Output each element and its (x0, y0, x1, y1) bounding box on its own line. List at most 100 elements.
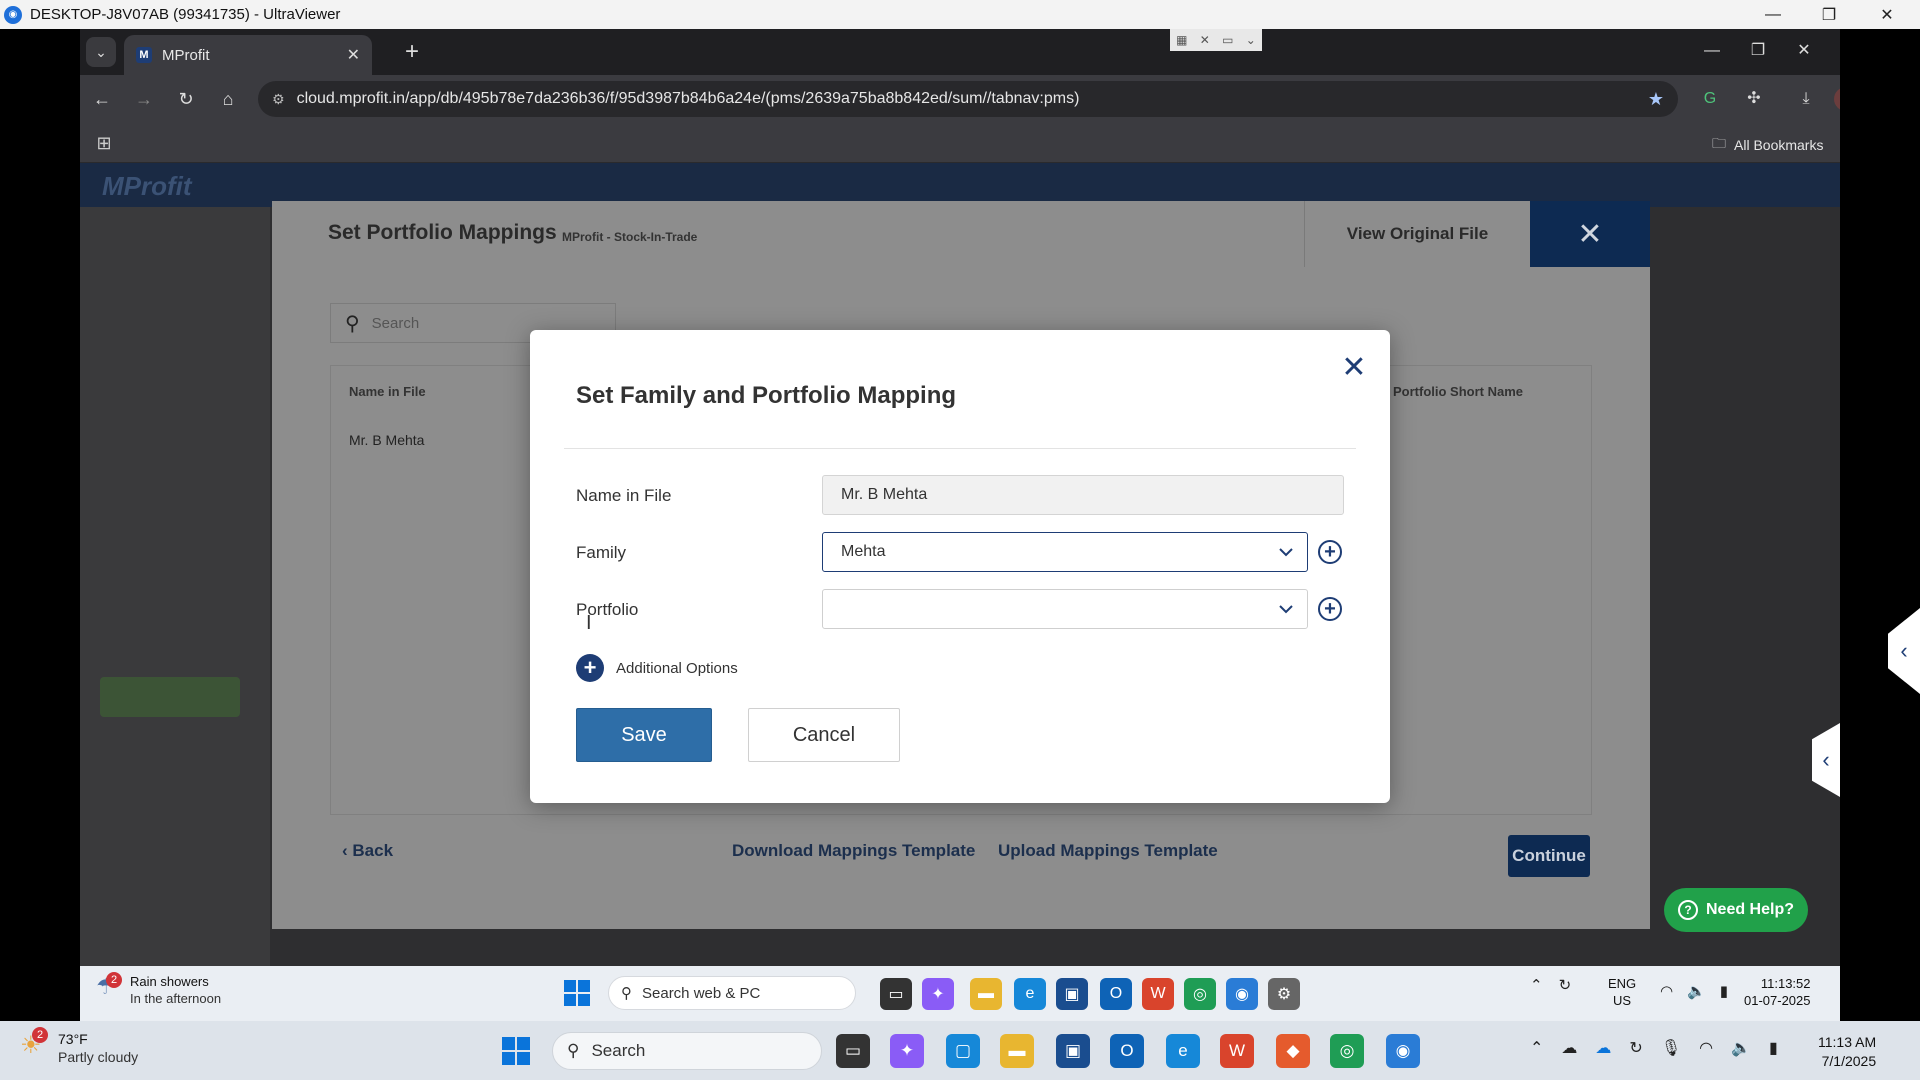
battery-icon[interactable]: ▮ (1769, 1038, 1778, 1058)
chrome-icon[interactable]: ◎ (1184, 978, 1216, 1010)
shrink-icon[interactable]: ✕ (1200, 33, 1210, 47)
need-help-button[interactable]: ? Need Help? (1664, 888, 1808, 932)
edge-icon[interactable]: e (1014, 978, 1046, 1010)
chevron-left-icon[interactable]: ‹ (1812, 723, 1840, 797)
chevron-up-icon[interactable]: ⌃ (1530, 976, 1543, 994)
chevron-down-icon[interactable]: ⌄ (1246, 33, 1256, 47)
grid-icon[interactable]: ▦ (1176, 33, 1187, 47)
help-icon: ? (1677, 900, 1698, 920)
store-icon[interactable]: ▣ (1056, 1034, 1090, 1068)
taskbar-search-input[interactable]: ⚲ Search web & PC (608, 976, 856, 1010)
edge-icon[interactable]: e (1166, 1034, 1200, 1068)
remote-status-icons[interactable]: ◠ 🔈 ▮ (1660, 982, 1728, 1000)
start-icon[interactable] (564, 980, 590, 1006)
store-icon[interactable]: ▣ (1056, 978, 1088, 1010)
monitor-icon[interactable]: ▭ (1222, 33, 1233, 47)
modal-close-icon[interactable]: ✕ (1530, 201, 1650, 267)
add-family-icon[interactable]: + (1318, 540, 1342, 564)
taskbar-search-input[interactable]: ⚲ Search (552, 1032, 822, 1070)
tab-search-icon[interactable]: ⌄ (86, 37, 116, 67)
local-date: 7/1/2025 (1821, 1053, 1877, 1069)
browser-minimize-icon[interactable]: — (1692, 37, 1732, 65)
wps-icon[interactable]: W (1220, 1034, 1254, 1068)
grammarly-icon[interactable]: G (1696, 85, 1724, 113)
settings-icon[interactable]: ⚙ (1268, 978, 1300, 1010)
outlook-icon[interactable]: O (1100, 978, 1132, 1010)
onedrive-icon[interactable]: ☁ (1595, 1038, 1611, 1058)
ultraviewer-icon[interactable]: ◉ (1386, 1034, 1420, 1068)
task-view-icon[interactable]: ▭ (836, 1034, 870, 1068)
download-icon[interactable]: ⤓ (1792, 85, 1820, 113)
browser-restore-icon[interactable]: ❐ (1738, 37, 1778, 65)
remote-system-tray[interactable]: ⌃ ↻ (1530, 976, 1571, 994)
close-window-button[interactable]: ✕ (1864, 0, 1910, 29)
brave-icon[interactable]: ◆ (1276, 1034, 1310, 1068)
new-tab-icon[interactable]: + (398, 39, 426, 67)
back-button[interactable]: ‹ Back (342, 841, 393, 861)
local-system-tray[interactable]: ⌃ ☁ ☁ ↻ 🎙 ◠ 🔈 ▮ (1530, 1038, 1778, 1058)
remote-date: 01-07-2025 (1744, 993, 1811, 1008)
weather-condition: Partly cloudy (58, 1049, 139, 1065)
add-portfolio-icon[interactable]: + (1318, 597, 1342, 621)
sync-icon[interactable]: ↻ (1559, 976, 1572, 994)
family-select[interactable]: Mehta (822, 532, 1308, 572)
download-template-link[interactable]: Download Mappings Template (732, 841, 975, 861)
weather-temp: 73°F (58, 1031, 88, 1047)
local-weather-widget[interactable]: ☀ 2 73°F Partly cloudy (20, 1027, 139, 1065)
language-indicator[interactable]: ENG US (1608, 975, 1636, 1009)
home-icon[interactable]: ⌂ (214, 85, 242, 113)
back-arrow-icon[interactable]: ← (88, 85, 116, 113)
lang-line2: US (1613, 993, 1632, 1008)
view-original-file-button[interactable]: View Original File (1304, 201, 1530, 267)
portfolio-select[interactable] (822, 589, 1308, 629)
reload-icon[interactable]: ↻ (172, 85, 200, 113)
cloud-icon[interactable]: ☁ (1561, 1038, 1577, 1058)
continue-button[interactable]: Continue (1508, 835, 1590, 877)
profile-avatar[interactable]: A (1834, 87, 1840, 111)
additional-options-label: Additional Options (616, 659, 738, 677)
tab-mprofit[interactable]: M MProfit ✕ (124, 35, 372, 75)
local-taskbar: ☀ 2 73°F Partly cloudy ⚲ Search ▭ ✦ ▢ ▬ ▣… (0, 1021, 1920, 1080)
file-explorer-icon[interactable]: ▬ (970, 978, 1002, 1010)
copilot-icon[interactable]: ✦ (922, 978, 954, 1010)
additional-options-toggle[interactable]: + Additional Options (576, 654, 738, 682)
minimize-button[interactable]: — (1750, 0, 1796, 29)
chrome-icon[interactable]: ◎ (1330, 1034, 1364, 1068)
site-settings-icon[interactable]: ⚙ (272, 91, 285, 108)
volume-icon[interactable]: 🔈 (1731, 1038, 1751, 1058)
copilot-icon[interactable]: ✦ (890, 1034, 924, 1068)
view-original-label: View Original File (1346, 224, 1489, 243)
ultraviewer-icon[interactable]: ◉ (1226, 978, 1258, 1010)
wifi-icon[interactable]: ◠ (1699, 1038, 1713, 1058)
remote-weather-widget[interactable]: ☂ 2 Rain showers In the afternoon (96, 972, 221, 1006)
file-explorer-icon[interactable]: ▬ (1000, 1034, 1034, 1068)
wps-icon[interactable]: W (1142, 978, 1174, 1010)
upload-template-link[interactable]: Upload Mappings Template (998, 841, 1218, 861)
chevron-up-icon[interactable]: ⌃ (1530, 1038, 1543, 1058)
start-icon[interactable] (502, 1037, 530, 1065)
close-icon[interactable]: ✕ (1336, 350, 1372, 386)
search-placeholder: Search (371, 314, 420, 332)
all-bookmarks-button[interactable]: 🗀 All Bookmarks (1712, 133, 1823, 157)
browser-close-icon[interactable]: ✕ (1784, 37, 1824, 65)
weather-badge: 2 (32, 1027, 48, 1043)
apps-grid-icon[interactable]: ⊞ (92, 131, 116, 155)
remote-clock[interactable]: 11:13:52 01-07-2025 (1744, 975, 1811, 1009)
local-clock[interactable]: 11:13 AM 7/1/2025 (1818, 1033, 1876, 1071)
restore-button[interactable]: ❐ (1806, 0, 1852, 29)
photos-icon[interactable]: ▢ (946, 1034, 980, 1068)
task-view-icon[interactable]: ▭ (880, 978, 912, 1010)
tab-close-icon[interactable]: ✕ (347, 45, 360, 65)
forward-arrow-icon[interactable]: → (130, 85, 158, 113)
ultraviewer-float-toolbar[interactable]: ▦ ✕ ▭ ⌄ (1170, 29, 1262, 51)
cancel-button[interactable]: Cancel (748, 708, 900, 762)
bookmark-star-icon[interactable]: ★ (1648, 89, 1664, 110)
extensions-icon[interactable]: ✣ (1740, 85, 1768, 113)
save-button[interactable]: Save (576, 708, 712, 762)
back-label: Back (352, 841, 394, 860)
address-bar[interactable]: ⚙ cloud.mprofit.in/app/db/495b78e7da236b… (258, 81, 1678, 117)
microphone-icon[interactable]: 🎙 (1661, 1038, 1681, 1058)
outlook-icon[interactable]: O (1110, 1034, 1144, 1068)
sync-icon[interactable]: ↻ (1629, 1038, 1642, 1058)
table-row[interactable]: Mr. B Mehta (349, 432, 424, 448)
